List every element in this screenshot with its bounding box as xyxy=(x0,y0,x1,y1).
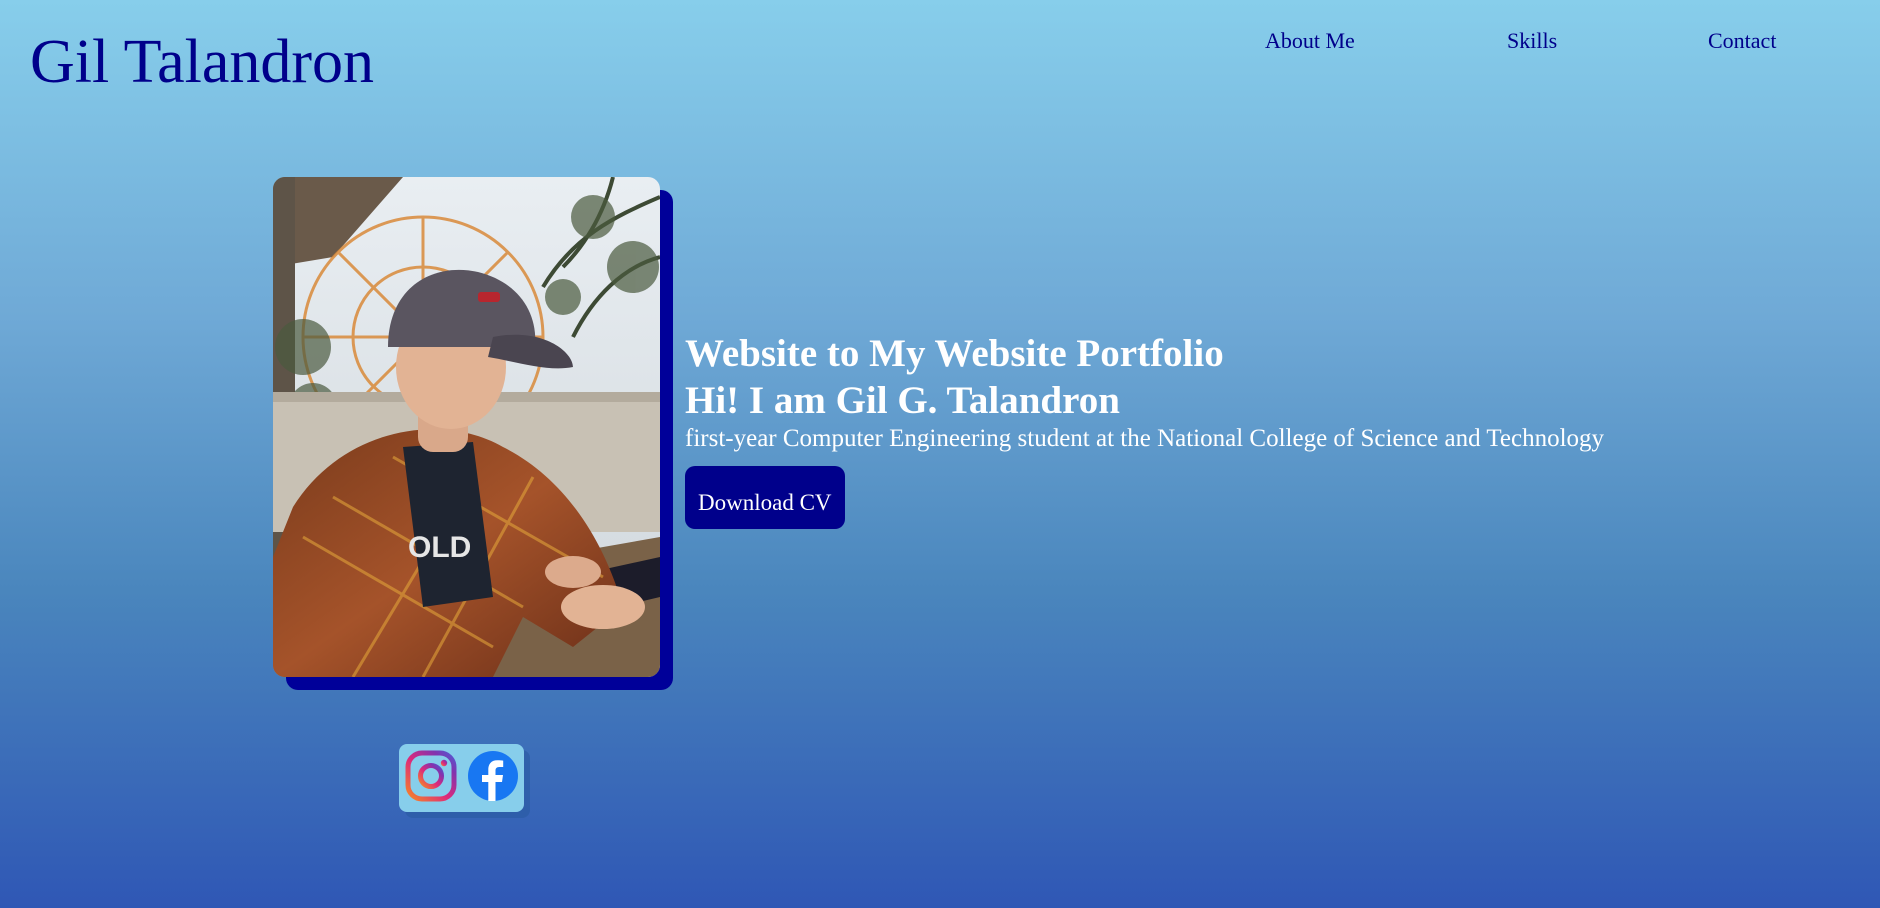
hero-greeting: Hi! I am Gil G. Talandron xyxy=(685,379,1120,422)
hero-intro: Website to My Website Portfolio Hi! I am… xyxy=(685,330,1835,529)
site-logo: Gil Talandron xyxy=(30,28,375,96)
hero-headline: Website to My Website Portfolio xyxy=(685,332,1224,375)
svg-text:OLD: OLD xyxy=(408,531,471,564)
nav-skills-link[interactable]: Skills xyxy=(1507,28,1557,54)
main-nav: About Me Skills Contact xyxy=(1200,28,1840,62)
facebook-icon[interactable] xyxy=(467,750,519,802)
hero-tagline: first-year Computer Engineering student … xyxy=(685,425,1605,452)
social-links xyxy=(399,744,524,812)
instagram-icon[interactable] xyxy=(405,750,457,802)
nav-contact-link[interactable]: Contact xyxy=(1708,28,1776,54)
profile-photo: OLD xyxy=(273,177,660,677)
nav-about-me-link[interactable]: About Me xyxy=(1265,28,1355,54)
download-cv-button[interactable]: Download CV xyxy=(685,466,845,529)
